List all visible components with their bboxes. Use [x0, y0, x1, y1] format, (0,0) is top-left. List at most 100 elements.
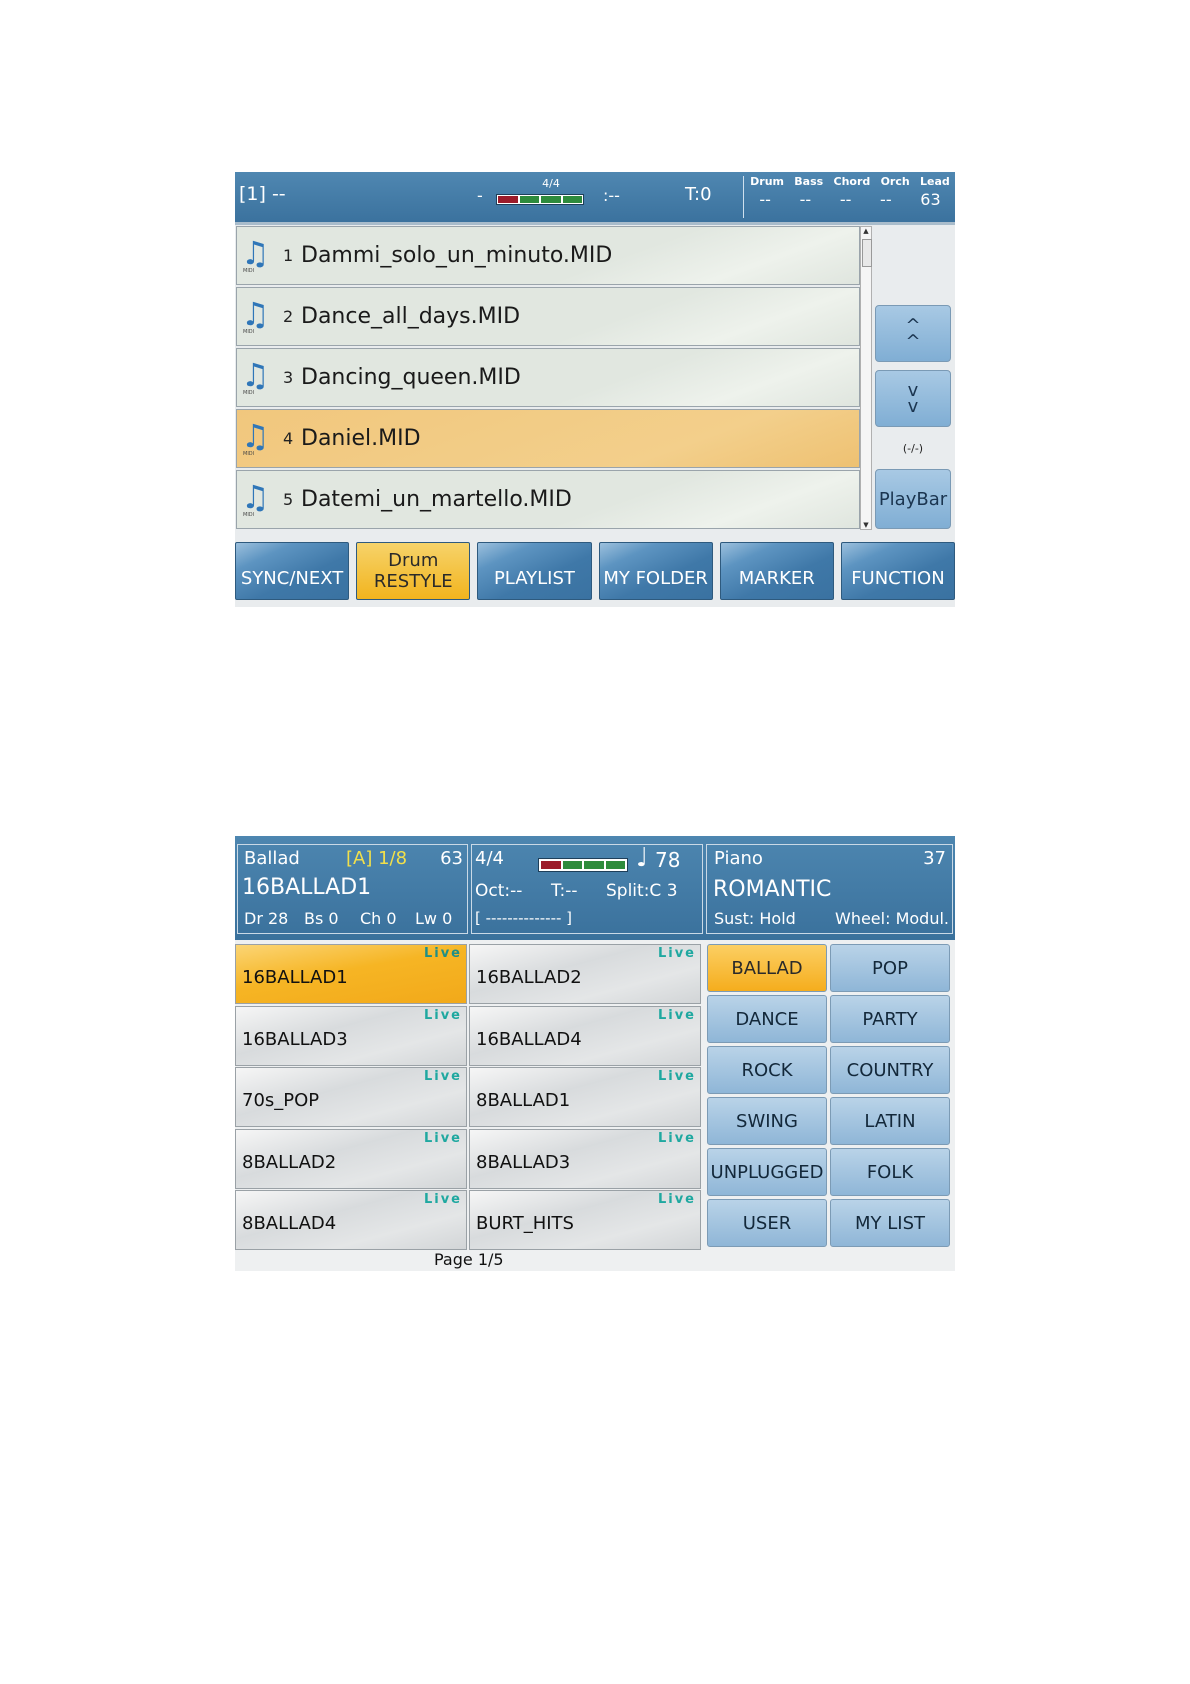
button-label: MY FOLDER	[603, 568, 708, 589]
midi-tag: MIDI	[243, 511, 255, 518]
style-volume: 63	[440, 848, 463, 869]
file-row[interactable]: ♫ MIDI 1 Dammi_solo_un_minuto.MID	[236, 226, 860, 285]
category-rock-button[interactable]: ROCK	[707, 1046, 827, 1094]
file-list-scrollbar[interactable]: ▲ ▼	[860, 226, 872, 530]
button-sublabel: Drum	[388, 550, 439, 571]
part-value-bass: --	[799, 190, 812, 209]
midi-tag: MIDI	[243, 267, 255, 274]
style-name: 8BALLAD3	[476, 1151, 571, 1173]
style-panel[interactable]: Ballad [A] 1/8 63 16BALLAD1 Dr 28 Bs 0 C…	[237, 844, 468, 934]
my-folder-button[interactable]: MY FOLDER	[598, 542, 713, 600]
sustain-status: Sust: Hold	[714, 909, 796, 928]
style-status-header: Ballad [A] 1/8 63 16BALLAD1 Dr 28 Bs 0 C…	[235, 836, 955, 940]
scroll-up-arrow-icon[interactable]: ▲	[861, 227, 871, 235]
scroll-thumb[interactable]	[862, 239, 872, 267]
part-label-chord: Chord	[833, 175, 871, 188]
tempo-panel[interactable]: 4/4 ♩ 78 Oct:-- T:-- Split:C 3 [ -------…	[471, 843, 703, 934]
category-pop-button[interactable]: POP	[830, 944, 950, 992]
marker-button[interactable]: MARKER	[719, 542, 834, 600]
file-row[interactable]: ♫ MIDI 5 Datemi_un_martello.MID	[236, 470, 860, 529]
voice-category: Piano	[714, 848, 763, 869]
category-party-button[interactable]: PARTY	[830, 995, 950, 1043]
style-name: 16BALLAD4	[476, 1028, 582, 1050]
live-badge: Live	[657, 1192, 696, 1207]
page-down-button[interactable]: vv	[875, 370, 951, 427]
beat-4	[562, 196, 582, 203]
file-number: 2	[283, 307, 294, 326]
song-browser-screen: [1] -- - 4/4 :-- T:0 Drum Bass Chord Orch Le…	[235, 172, 956, 607]
style-variation: [A] 1/8	[346, 848, 408, 869]
style-time-signature: 4/4	[475, 848, 504, 869]
sync-next-button[interactable]: SYNC/NEXT	[235, 542, 350, 600]
style-cell[interactable]: Live 8BALLAD3	[469, 1128, 701, 1189]
scroll-down-arrow-icon[interactable]: ▼	[861, 521, 871, 529]
midi-note-icon: ♫ MIDI	[241, 237, 270, 274]
part-label-lead: Lead	[920, 175, 950, 188]
category-swing-button[interactable]: SWING	[707, 1097, 827, 1145]
category-folk-button[interactable]: FOLK	[830, 1148, 950, 1196]
playbar-button[interactable]: PlayBar	[875, 469, 951, 529]
live-badge: Live	[423, 946, 462, 961]
category-unplugged-button[interactable]: UNPLUGGED	[707, 1148, 827, 1196]
tempo-readout: 78	[655, 848, 681, 872]
style-name: BURT_HITS	[476, 1213, 574, 1234]
style-cell[interactable]: Live 16BALLAD1	[235, 944, 467, 1004]
file-row[interactable]: ♫ MIDI 2 Dance_all_days.MID	[236, 287, 860, 346]
page-up-button[interactable]: ^ ^	[875, 305, 951, 362]
style-cell[interactable]: Live 8BALLAD2	[235, 1128, 467, 1189]
transpose-readout-2: T:--	[551, 881, 578, 901]
button-label: FUNCTION	[851, 568, 945, 589]
file-name: Dammi_solo_un_minuto.MID	[301, 243, 613, 268]
category-latin-button[interactable]: LATIN	[830, 1097, 950, 1145]
transpose-readout: T:0	[685, 184, 712, 205]
style-name: 8BALLAD1	[476, 1090, 571, 1111]
voice-name: ROMANTIC	[713, 877, 832, 902]
level-chord: Ch 0	[360, 909, 397, 928]
playlist-button[interactable]: PLAYLIST	[477, 542, 592, 600]
beat-3	[584, 861, 604, 869]
double-chevron-up-icon: ^ ^	[905, 314, 921, 352]
style-cell[interactable]: Live 70s_POP	[235, 1067, 467, 1127]
category-my-list-button[interactable]: MY LIST	[830, 1199, 950, 1247]
style-cell[interactable]: Live 16BALLAD4	[469, 1005, 701, 1066]
style-name: 70s_POP	[242, 1090, 320, 1111]
style-cell[interactable]: Live BURT_HITS	[469, 1190, 701, 1250]
file-number: 1	[283, 246, 294, 265]
part-label-drum: Drum	[750, 175, 784, 188]
style-cell[interactable]: Live 8BALLAD1	[469, 1067, 701, 1127]
voice-panel[interactable]: Piano 37 ROMANTIC Sust: Hold Wheel: Modu…	[706, 844, 953, 934]
file-number: 4	[283, 429, 294, 448]
category-dance-button[interactable]: DANCE	[707, 995, 827, 1043]
style-cell[interactable]: Live 16BALLAD3	[235, 1005, 467, 1066]
note-glyph: ♫	[241, 416, 270, 455]
live-badge: Live	[423, 1007, 462, 1023]
note-glyph: ♫	[241, 233, 270, 272]
category-grid: BALLAD POP DANCE PARTY ROCK COUNTRY SWING LATIN…	[707, 944, 951, 1247]
midi-note-icon: ♫ MIDI	[241, 481, 270, 518]
live-badge: Live	[423, 1069, 462, 1084]
button-label: MARKER	[738, 568, 815, 589]
file-row[interactable]: ♫ MIDI 3 Dancing_queen.MID	[236, 348, 860, 407]
midi-tag: MIDI	[243, 389, 255, 396]
category-user-button[interactable]: USER	[707, 1199, 827, 1247]
note-glyph: ♫	[241, 294, 270, 333]
song-slot: [1] --	[239, 183, 286, 205]
style-browser-screen: Ballad [A] 1/8 63 16BALLAD1 Dr 28 Bs 0 C…	[235, 836, 955, 1271]
category-ballad-button[interactable]: BALLAD	[707, 944, 827, 992]
style-name: 16BALLAD1	[242, 967, 348, 988]
file-name: Daniel.MID	[301, 426, 421, 451]
song-status-header: [1] -- - 4/4 :-- T:0 Drum Bass Chord Orch Le…	[235, 172, 955, 225]
part-value-orch: --	[880, 190, 892, 209]
beat-2	[519, 196, 539, 203]
file-row[interactable]: ♫ MIDI 4 Daniel.MID	[236, 409, 860, 468]
style-cell[interactable]: Live 16BALLAD2	[469, 944, 701, 1004]
file-number: 3	[283, 368, 294, 387]
category-country-button[interactable]: COUNTRY	[830, 1046, 950, 1094]
beat-1	[498, 196, 518, 203]
level-drum: Dr 28	[244, 909, 289, 928]
time-signature: 4/4	[542, 177, 560, 190]
button-label: RESTYLE	[373, 571, 453, 592]
style-cell[interactable]: Live 8BALLAD4	[235, 1190, 467, 1250]
restyle-button[interactable]: Drum RESTYLE	[356, 542, 471, 600]
function-button[interactable]: FUNCTION	[840, 542, 956, 600]
